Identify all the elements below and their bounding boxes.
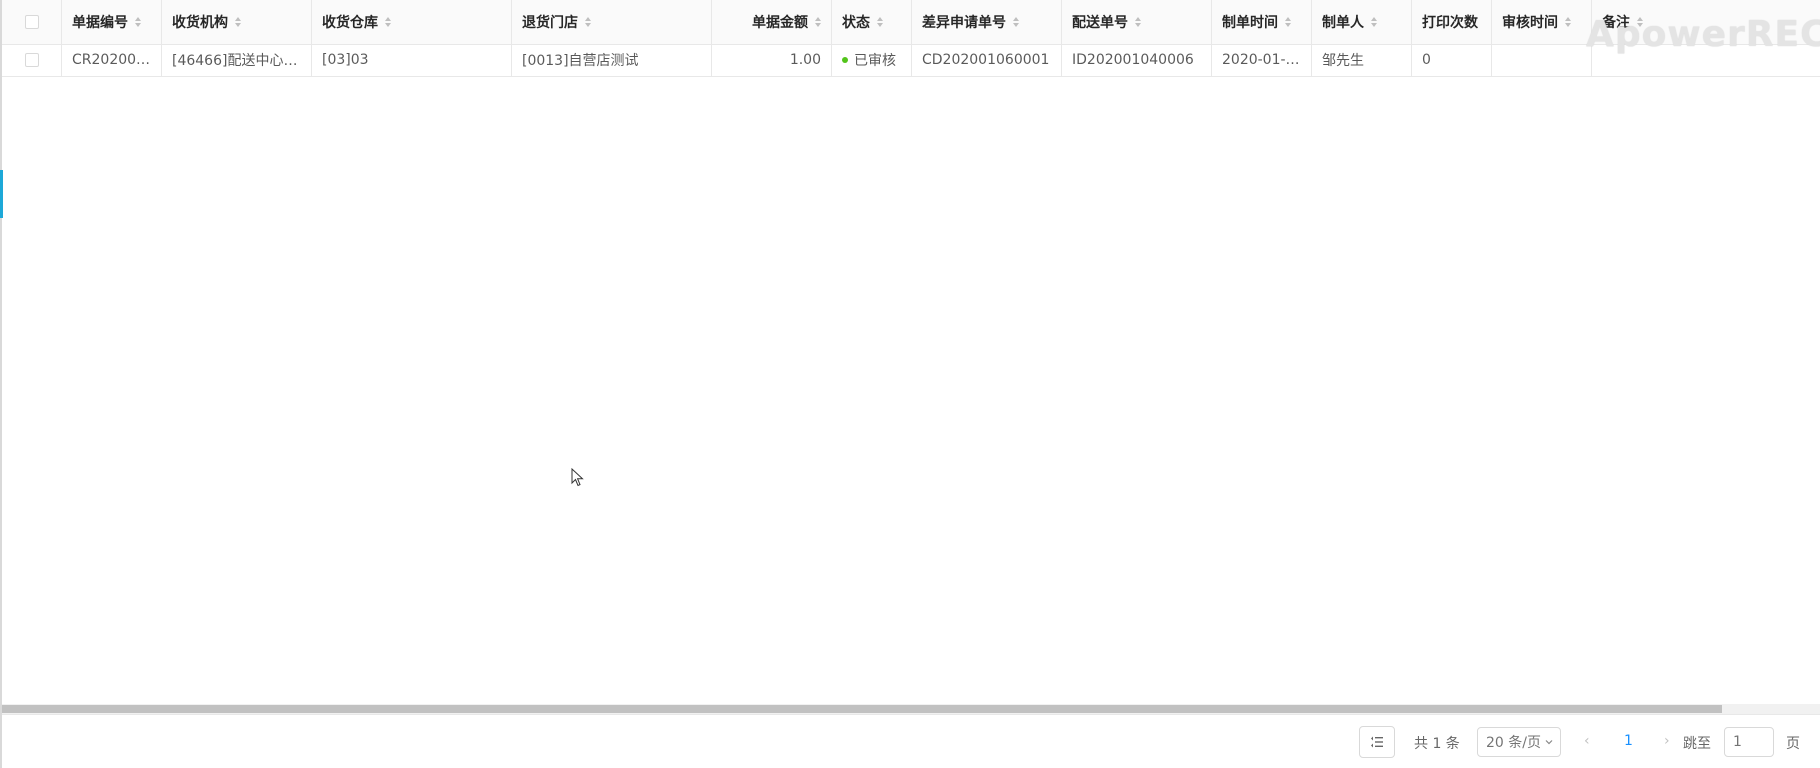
cell-amount: 1.00 [712, 44, 832, 76]
row-checkbox[interactable] [24, 53, 39, 67]
column-header-label: 收货机构 [172, 15, 228, 31]
sort-icon[interactable] [877, 17, 883, 27]
delivery-no-text: ID202001040006 [1072, 52, 1194, 68]
cell-diff-request-no: CD202001060001 [912, 44, 1062, 76]
prev-page-icon[interactable]: ‹ [1584, 733, 1590, 749]
column-header-label: 收货仓库 [322, 15, 378, 31]
cell-print-count: 0 [1412, 44, 1492, 76]
sort-icon[interactable] [1565, 17, 1571, 27]
pagination-total: 共 1 条 [1414, 736, 1460, 752]
receiving-warehouse-text: [03]03 [322, 52, 369, 68]
jump-to-page-value: 1 [1733, 734, 1742, 750]
sort-icon[interactable] [815, 17, 821, 27]
receiving-org-text: [46466]配送中心… [172, 53, 298, 69]
cell-return-store: [0013]自营店测试 [512, 44, 712, 76]
column-header-diff-request-no[interactable]: 差异申请单号 [912, 0, 1062, 44]
page-suffix-label: 页 [1786, 736, 1800, 752]
creator-text: 邹先生 [1322, 53, 1364, 69]
column-header-label: 差异申请单号 [922, 15, 1006, 31]
scrollbar-thumb[interactable] [2, 705, 1722, 713]
cell-creator: 邹先生 [1312, 44, 1412, 76]
sort-icon[interactable] [1285, 17, 1291, 27]
diff-request-no-text: CD202001060001 [922, 52, 1050, 68]
chevron-down-icon [1545, 740, 1553, 745]
mouse-cursor-icon [571, 468, 584, 487]
horizontal-scrollbar[interactable] [2, 704, 1820, 714]
column-header-label: 状态 [842, 15, 870, 31]
data-table: 单据编号 收货机构 收货仓库 退货门店 单据金额 状态 差异申请单号 配送单号 … [2, 0, 1820, 704]
cell-status: 已审核 [832, 44, 912, 76]
column-header-delivery-no[interactable]: 配送单号 [1062, 0, 1212, 44]
column-header-amount[interactable]: 单据金额 [712, 0, 832, 44]
column-header-return-store[interactable]: 退货门店 [512, 0, 712, 44]
amount-text: 1.00 [789, 52, 821, 68]
cell-receiving-org: [46466]配送中心… [162, 44, 312, 76]
sort-icon[interactable] [385, 17, 391, 27]
sort-icon[interactable] [1371, 17, 1377, 27]
column-header-receiving-org[interactable]: 收货机构 [162, 0, 312, 44]
page-size-select[interactable]: 20 条/页 [1477, 727, 1561, 757]
sort-icon[interactable] [1013, 17, 1019, 27]
jump-to-page-input[interactable]: 1 [1724, 727, 1774, 757]
column-header-label: 制单人 [1322, 15, 1364, 31]
column-header-label: 制单时间 [1222, 15, 1278, 31]
column-header-status[interactable]: 状态 [832, 0, 912, 44]
cell-doc-no[interactable]: CR20200… [62, 44, 162, 76]
table-row[interactable]: CR20200… [46466]配送中心… [03]03 [0013]自营店测试… [2, 44, 1820, 77]
print-count-text: 0 [1422, 52, 1431, 68]
next-page-icon[interactable]: › [1664, 733, 1670, 749]
column-header-remark[interactable]: 备注 [1592, 0, 1820, 44]
column-header-label: 打印次数 [1422, 15, 1478, 31]
select-all-checkbox[interactable] [24, 15, 39, 29]
column-header-label: 配送单号 [1072, 15, 1128, 31]
sort-icon[interactable] [585, 17, 591, 27]
header-select-all-cell [2, 0, 62, 44]
status-badge: 已审核 [854, 53, 896, 69]
column-header-label: 单据金额 [752, 15, 808, 31]
cell-created-time: 2020-01-0… [1212, 44, 1312, 76]
cell-delivery-no: ID202001040006 [1062, 44, 1212, 76]
status-success-dot-icon [842, 57, 848, 63]
cell-receiving-warehouse: [03]03 [312, 44, 512, 76]
column-settings-icon [1371, 736, 1383, 748]
column-header-doc-no[interactable]: 单据编号 [62, 0, 162, 44]
sort-icon[interactable] [235, 17, 241, 27]
sort-icon[interactable] [1135, 17, 1141, 27]
column-header-label: 备注 [1602, 15, 1630, 31]
doc-no-text: CR20200… [72, 52, 151, 68]
column-settings-button[interactable] [1359, 726, 1395, 758]
sort-icon[interactable] [1637, 17, 1643, 27]
page-size-value: 20 条/页 [1486, 735, 1541, 751]
column-header-label: 单据编号 [72, 15, 128, 31]
page-item-current[interactable]: 1 [1624, 733, 1633, 749]
app-root: 单据编号 收货机构 收货仓库 退货门店 单据金额 状态 差异申请单号 配送单号 … [0, 0, 1820, 768]
return-store-text: [0013]自营店测试 [522, 53, 639, 69]
created-time-text: 2020-01-0… [1222, 52, 1301, 68]
sort-icon[interactable] [135, 17, 141, 27]
cell-audit-time [1492, 44, 1592, 76]
column-header-print-count: 打印次数 [1412, 0, 1492, 44]
column-header-receiving-warehouse[interactable]: 收货仓库 [312, 0, 512, 44]
column-header-label: 审核时间 [1502, 15, 1558, 31]
column-header-creator[interactable]: 制单人 [1312, 0, 1412, 44]
table-header: 单据编号 收货机构 收货仓库 退货门店 单据金额 状态 差异申请单号 配送单号 … [2, 0, 1820, 45]
footer-divider [2, 714, 1820, 715]
column-header-label: 退货门店 [522, 15, 578, 31]
cell-remark [1592, 44, 1820, 76]
row-select-cell [2, 44, 62, 76]
column-header-audit-time[interactable]: 审核时间 [1492, 0, 1592, 44]
column-header-created-time[interactable]: 制单时间 [1212, 0, 1312, 44]
jump-to-label: 跳至 [1683, 736, 1711, 752]
